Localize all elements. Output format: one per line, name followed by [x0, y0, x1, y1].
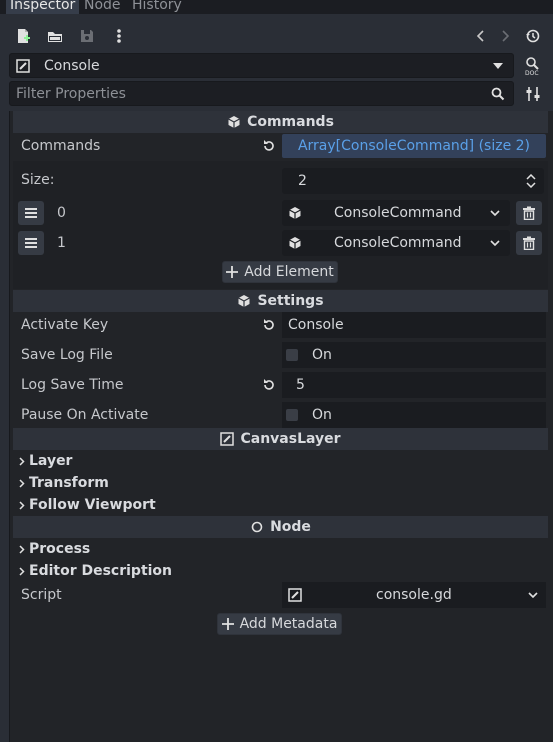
activate-key-field[interactable]: Console: [282, 312, 546, 338]
section-title: Node: [270, 519, 311, 535]
trash-icon: [523, 236, 535, 250]
array-item-type: ConsoleCommand: [334, 205, 462, 221]
checkbox-unchecked-icon: [286, 409, 298, 421]
property-label-script: Script: [21, 587, 62, 603]
canvas-layer-icon: [220, 432, 235, 446]
section-title: CanvasLayer: [240, 431, 341, 447]
chevron-down-icon[interactable]: [490, 239, 500, 247]
delete-item-button[interactable]: [516, 231, 542, 255]
dropdown-arrow-icon: [493, 62, 503, 69]
pause-on-activate-value: On: [312, 407, 332, 423]
filter-placeholder: Filter Properties: [16, 85, 126, 102]
script-value: console.gd: [376, 587, 452, 603]
group-process[interactable]: Process: [13, 538, 548, 560]
log-save-time-value: 5: [296, 377, 305, 393]
property-label-activate-key: Activate Key: [21, 317, 109, 333]
save-icon[interactable]: [76, 25, 98, 47]
group-layer[interactable]: Layer: [13, 450, 548, 472]
chevron-right-icon: [19, 456, 27, 466]
array-size-value: 2: [298, 173, 307, 189]
back-icon[interactable]: [470, 25, 492, 47]
array-size-spinbox[interactable]: 2: [282, 168, 544, 194]
plus-icon: [226, 266, 239, 278]
object-selector[interactable]: Console: [9, 53, 514, 78]
add-element-button[interactable]: Add Element: [222, 261, 338, 283]
array-item-index: 0: [57, 205, 66, 221]
group-label: Layer: [29, 453, 73, 469]
search-icon: [491, 87, 505, 101]
filter-properties-input[interactable]: Filter Properties: [9, 81, 514, 106]
drag-handle-icon[interactable]: [18, 231, 44, 255]
more-vertical-icon[interactable]: [108, 25, 130, 47]
array-item-resource-picker[interactable]: ConsoleCommand: [282, 230, 510, 256]
group-transform[interactable]: Transform: [13, 472, 548, 494]
section-header-settings[interactable]: Settings: [13, 290, 548, 312]
cube-icon: [228, 116, 240, 128]
array-value-button[interactable]: Array[ConsoleCommand] (size 2): [282, 134, 546, 158]
new-resource-icon[interactable]: [12, 25, 34, 47]
array-item-resource-picker[interactable]: ConsoleCommand: [282, 200, 510, 226]
group-label: Editor Description: [29, 563, 173, 579]
dock-tab-bar: Inspector Node History: [0, 0, 553, 14]
node-circle-icon: [251, 521, 263, 533]
save-log-file-value: On: [312, 347, 332, 363]
history-icon[interactable]: [522, 25, 544, 47]
revert-icon[interactable]: [261, 317, 277, 333]
section-title: Commands: [247, 114, 334, 130]
save-log-file-checkbox[interactable]: On: [282, 342, 546, 368]
object-selector-label: Console: [44, 57, 100, 74]
chevron-down-icon[interactable]: [490, 209, 500, 217]
tools-icon[interactable]: [522, 83, 544, 105]
drag-handle-icon[interactable]: [18, 201, 44, 225]
activate-key-value: Console: [288, 317, 344, 333]
checkbox-unchecked-icon: [286, 349, 298, 361]
chevron-right-icon: [19, 566, 27, 576]
spinner-arrows-icon[interactable]: [526, 174, 536, 188]
log-save-time-spinbox[interactable]: 5: [282, 372, 546, 398]
svg-text:DOC: DOC: [525, 70, 539, 76]
pause-on-activate-checkbox[interactable]: On: [282, 402, 546, 428]
revert-icon[interactable]: [261, 377, 277, 393]
cube-icon: [238, 295, 251, 307]
add-metadata-button[interactable]: Add Metadata: [217, 613, 342, 635]
section-header-commands[interactable]: Commands: [13, 111, 548, 133]
group-label: Transform: [29, 475, 109, 491]
tab-inspector[interactable]: Inspector: [6, 0, 80, 14]
section-title: Settings: [257, 293, 324, 309]
docs-icon[interactable]: DOC: [522, 55, 544, 77]
tab-history[interactable]: History: [128, 0, 186, 14]
section-header-canvas-layer[interactable]: CanvasLayer: [13, 428, 548, 450]
delete-item-button[interactable]: [516, 201, 542, 225]
script-resource-picker[interactable]: console.gd: [282, 582, 546, 608]
open-folder-icon[interactable]: [44, 25, 66, 47]
array-item-type: ConsoleCommand: [334, 235, 462, 251]
script-icon: [16, 58, 30, 73]
add-element-label: Add Element: [244, 264, 334, 280]
plus-icon: [221, 618, 234, 630]
property-label-pause-on-activate: Pause On Activate: [21, 407, 149, 423]
chevron-down-icon[interactable]: [528, 591, 538, 599]
revert-icon[interactable]: [261, 138, 277, 154]
array-size-label: Size:: [21, 172, 55, 188]
chevron-right-icon: [19, 478, 27, 488]
group-label: Process: [29, 541, 91, 557]
tab-node[interactable]: Node: [80, 0, 125, 14]
chevron-right-icon: [19, 500, 27, 510]
cube-icon: [288, 236, 302, 250]
property-label-save-log-file: Save Log File: [21, 347, 113, 363]
section-header-node[interactable]: Node: [13, 516, 548, 538]
group-label: Follow Viewport: [29, 497, 156, 513]
cube-icon: [288, 206, 302, 220]
chevron-right-icon: [19, 544, 27, 554]
group-editor-description[interactable]: Editor Description: [13, 560, 548, 582]
property-label-log-save-time: Log Save Time: [21, 377, 124, 393]
array-item-index: 1: [57, 235, 66, 251]
forward-icon[interactable]: [494, 25, 516, 47]
add-metadata-label: Add Metadata: [239, 616, 338, 632]
property-label-commands: Commands: [21, 138, 101, 154]
group-follow-viewport[interactable]: Follow Viewport: [13, 494, 548, 516]
script-icon: [288, 588, 302, 602]
trash-icon: [523, 206, 535, 220]
